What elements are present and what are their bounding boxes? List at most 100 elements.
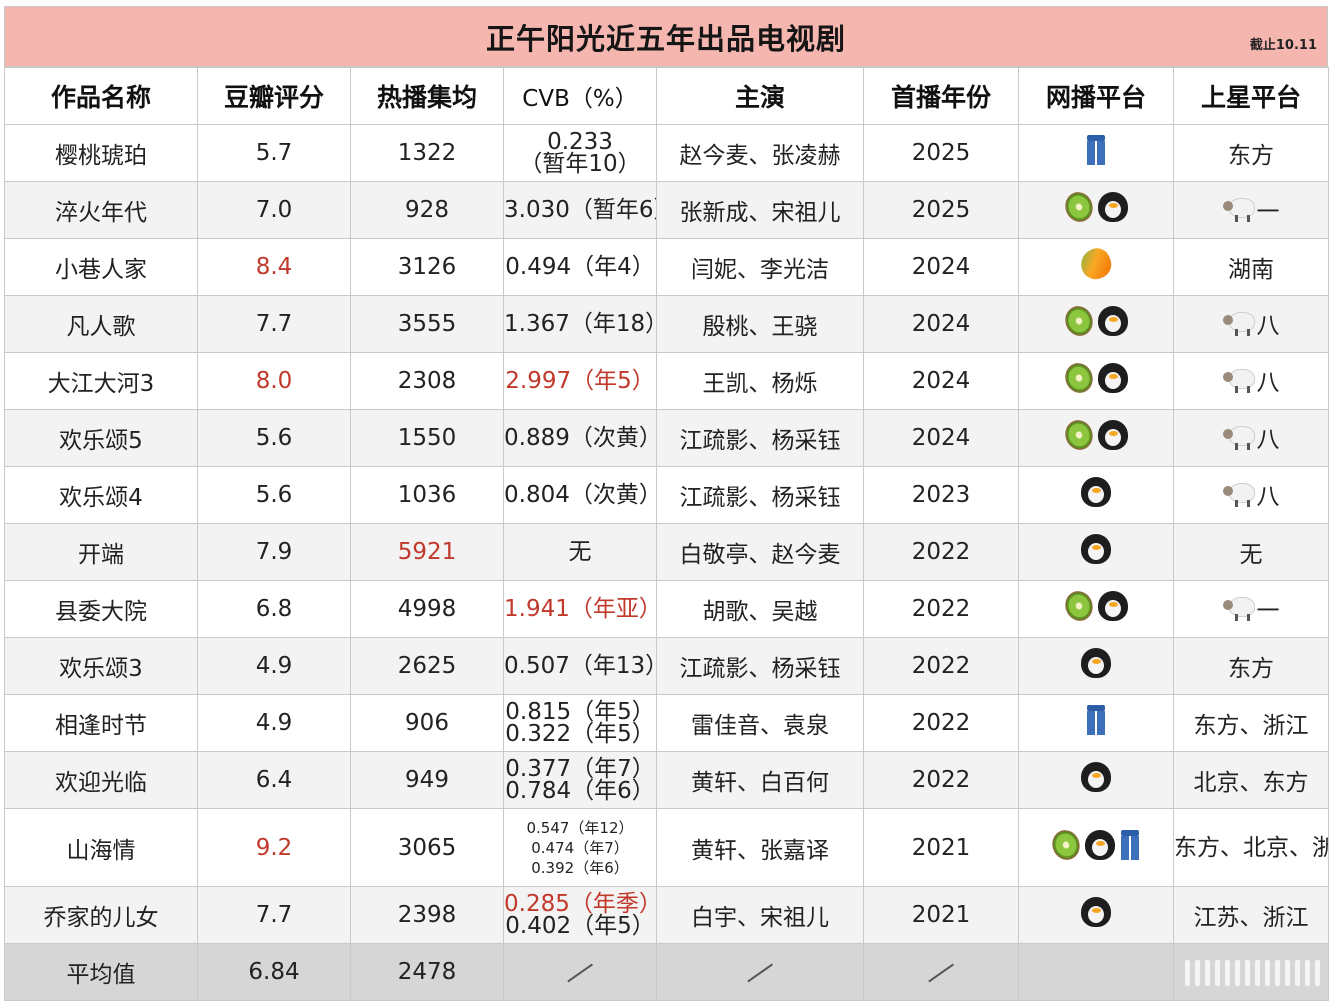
cell-web: [1018, 694, 1174, 752]
cell-avg: 3555: [350, 295, 504, 353]
cell-name: 山海情: [4, 808, 198, 887]
cell-web: [1018, 751, 1174, 809]
penguin-icon: [1081, 648, 1111, 678]
cell-name: 欢乐颂5: [4, 409, 198, 467]
cell-score: 5.6: [197, 466, 351, 524]
penguin-icon: [1098, 192, 1128, 222]
cell-avg: 1322: [350, 124, 504, 182]
cell-web: [1018, 580, 1174, 638]
cell-year: 2024: [863, 295, 1019, 353]
cell-web: [1018, 637, 1174, 695]
cell-name: 县委大院: [4, 580, 198, 638]
average-row: 平均值 6.84 2478: [4, 943, 1329, 1001]
mango-icon: [1076, 244, 1116, 284]
cell-score: 7.7: [197, 886, 351, 944]
cell-sat: 东方: [1173, 637, 1329, 695]
cell-cvb: 1.941（年亚）: [503, 580, 657, 638]
cell-sat: 湖南: [1173, 238, 1329, 296]
cell-name: 欢迎光临: [4, 751, 198, 809]
cell-avg: 2398: [350, 886, 504, 944]
col-header-web: 网播平台: [1018, 67, 1174, 125]
cell-cast: 雷佳音、袁泉: [656, 694, 864, 752]
avg-year-empty: [863, 943, 1019, 1001]
cell-year: 2022: [863, 637, 1019, 695]
slash-mark: [747, 963, 773, 982]
watermark: [1185, 960, 1320, 986]
kiwi-icon: [1048, 825, 1084, 864]
cell-sat: 江苏、浙江: [1173, 886, 1329, 944]
kiwi-icon: [1061, 302, 1097, 340]
cell-cvb: 3.030（暂年6）: [503, 181, 657, 239]
cell-avg: 949: [350, 751, 504, 809]
table-row: 县委大院 6.8 4998 1.941（年亚） 胡歌、吴越 2022 一: [4, 580, 1329, 638]
cell-score: 4.9: [197, 637, 351, 695]
jeans-icon: [1085, 135, 1107, 165]
cell-name: 欢乐颂4: [4, 466, 198, 524]
cell-web: [1018, 409, 1174, 467]
cell-web: [1018, 181, 1174, 239]
cell-year: 2024: [863, 409, 1019, 467]
penguin-icon: [1081, 534, 1111, 564]
cell-avg: 1036: [350, 466, 504, 524]
cell-year: 2021: [863, 808, 1019, 887]
cell-name: 开端: [4, 523, 198, 581]
cell-web: [1018, 238, 1174, 296]
cell-sat: 一: [1173, 181, 1329, 239]
cell-score: 7.9: [197, 523, 351, 581]
cell-web: [1018, 886, 1174, 944]
cell-avg: 2308: [350, 352, 504, 410]
cell-cvb: 0.804（次黄）: [503, 466, 657, 524]
col-header-avg: 热播集均: [350, 67, 504, 125]
cell-cvb: 0.233 （暂年10）: [503, 124, 657, 182]
kiwi-icon: [1061, 587, 1097, 625]
cell-name: 小巷人家: [4, 238, 198, 296]
cell-cast: 王凯、杨烁: [656, 352, 864, 410]
cell-cvb: 0.377（年7） 0.784（年6）: [503, 751, 657, 809]
cell-cvb: 0.285（年季） 0.402（年5）: [503, 886, 657, 944]
cell-sat: 东方、北京、浙江: [1173, 808, 1329, 887]
cell-year: 2023: [863, 466, 1019, 524]
cell-cast: 白敬亭、赵今麦: [656, 523, 864, 581]
date-note: 截止10.11: [1249, 38, 1317, 53]
cell-web: [1018, 523, 1174, 581]
cell-sat: 一: [1173, 580, 1329, 638]
drama-table: 作品名称 豆瓣评分 热播集均 CVB（%） 主演 首播年份 网播平台 上星平台 …: [4, 67, 1329, 1001]
table-row: 小巷人家 8.4 3126 0.494（年4） 闫妮、李光洁 2024 湖南: [4, 238, 1329, 296]
cell-cvb: 1.367（年18）: [503, 295, 657, 353]
table-row: 欢乐颂3 4.9 2625 0.507（年13） 江疏影、杨采钰 2022 东方: [4, 637, 1329, 695]
col-header-year: 首播年份: [863, 67, 1019, 125]
cell-score: 6.4: [197, 751, 351, 809]
cell-year: 2024: [863, 238, 1019, 296]
cell-cast: 闫妮、李光洁: [656, 238, 864, 296]
cell-name: 淬火年代: [4, 181, 198, 239]
cell-cast: 江疏影、杨采钰: [656, 409, 864, 467]
cell-avg: 3126: [350, 238, 504, 296]
cell-score: 7.0: [197, 181, 351, 239]
avg-score: 6.84: [197, 943, 351, 1001]
cell-score: 7.7: [197, 295, 351, 353]
cell-avg: 3065: [350, 808, 504, 887]
cell-web: [1018, 124, 1174, 182]
cell-sat: 东方: [1173, 124, 1329, 182]
table-row: 欢迎光临 6.4 949 0.377（年7） 0.784（年6） 黄轩、白百何 2…: [4, 751, 1329, 809]
cell-web: [1018, 352, 1174, 410]
kiwi-icon: [1061, 359, 1097, 397]
cell-web: [1018, 808, 1174, 887]
cell-cvb: 0.507（年13）: [503, 637, 657, 695]
kiwi-icon: [1061, 416, 1097, 454]
col-header-cvb: CVB（%）: [503, 67, 657, 125]
penguin-icon: [1098, 363, 1128, 393]
sheep-icon: [1222, 424, 1255, 450]
slash-mark: [928, 963, 954, 982]
cell-sat: 八: [1173, 295, 1329, 353]
jeans-icon: [1119, 829, 1141, 860]
cell-avg: 2625: [350, 637, 504, 695]
cell-score: 9.2: [197, 808, 351, 887]
cell-web: [1018, 295, 1174, 353]
table-row: 淬火年代 7.0 928 3.030（暂年6） 张新成、宋祖儿 2025 一: [4, 181, 1329, 239]
penguin-icon: [1081, 897, 1111, 927]
cell-cvb: 0.547（年12） 0.474（年7） 0.392（年6）: [503, 808, 657, 887]
cell-score: 8.4: [197, 238, 351, 296]
cell-avg: 928: [350, 181, 504, 239]
cell-score: 5.6: [197, 409, 351, 467]
